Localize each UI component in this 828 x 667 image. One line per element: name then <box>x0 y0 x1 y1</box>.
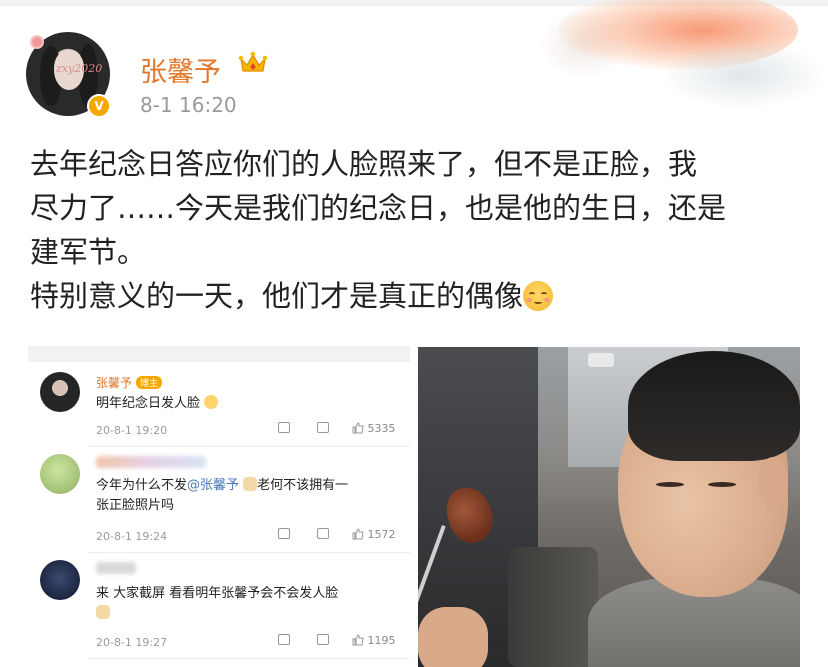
post-body: 去年纪念日答应你们的人脸照来了，但不是正脸，我 尽力了……今天是我们的纪念日，也… <box>30 142 810 318</box>
commenter-name: 张馨予 博主 <box>96 374 163 391</box>
commenter-name-blurred <box>96 562 136 574</box>
post-line-4: 特别意义的一天，他们才是真正的偶像 <box>30 274 810 318</box>
author-name[interactable]: 张馨予 <box>140 50 221 89</box>
comment-time: 20-8-1 19:27 <box>96 636 168 649</box>
comment-actions: 5335 <box>278 422 396 435</box>
like-count: 5335 <box>367 422 396 435</box>
share-icon[interactable] <box>278 528 290 539</box>
blogger-badge: 博主 <box>136 376 163 389</box>
comment-emoji-line <box>96 604 110 624</box>
blush-smile-emoji-icon <box>523 281 554 311</box>
fist-emoji-icon <box>204 395 219 409</box>
comment-text: 明年纪念日发人脸 <box>96 394 219 414</box>
like-count: 1195 <box>367 634 396 647</box>
cat-emoji-icon <box>96 605 110 619</box>
comment-actions: 1195 <box>278 634 396 647</box>
post-photo-image[interactable] <box>418 347 800 667</box>
like-count: 1572 <box>367 528 396 541</box>
comment-text-line2: 张正脸照片吗 <box>96 498 175 513</box>
avatar-frame-text: zxy2020 <box>56 62 103 75</box>
verified-badge-icon: V <box>87 94 111 118</box>
comment-icon[interactable] <box>317 528 329 539</box>
commenter-avatar <box>40 454 80 494</box>
like-icon[interactable] <box>352 634 364 646</box>
share-icon[interactable] <box>278 634 290 645</box>
post-line-4-text: 特别意义的一天，他们才是真正的偶像 <box>30 279 524 313</box>
crown-vip-icon[interactable] <box>238 50 268 76</box>
commenter-name-blurred <box>96 456 206 468</box>
share-icon[interactable] <box>278 422 290 433</box>
comment-time: 20-8-1 19:24 <box>96 530 168 543</box>
avatar-flower-icon <box>30 35 44 49</box>
post-line-3: 建军节。 <box>30 235 147 269</box>
comment-text: 今年为什么不发@张馨予 老何不该拥有一 <box>96 477 349 493</box>
mention-link[interactable]: @张馨予 <box>187 478 239 493</box>
comment-icon[interactable] <box>317 422 329 433</box>
commenter-avatar <box>40 560 80 600</box>
comment-text: 来 大家截屏 看看明年张馨予会不会发人脸 <box>96 586 339 601</box>
comment-icon[interactable] <box>317 634 329 645</box>
like-icon[interactable] <box>352 422 364 434</box>
header-decoration <box>538 0 828 110</box>
commenter-avatar <box>40 372 80 412</box>
comment-divider <box>88 658 410 659</box>
comment-divider <box>88 446 410 447</box>
post-line-2: 尽力了……今天是我们的纪念日，也是他的生日，还是 <box>30 191 727 225</box>
doge-emoji-icon <box>243 477 258 491</box>
post-timestamp: 8-1 16:20 <box>140 93 237 117</box>
comment-divider <box>88 552 410 553</box>
comment-time: 20-8-1 19:20 <box>96 424 168 437</box>
comments-screenshot-image[interactable]: 张馨予 博主 明年纪念日发人脸 20-8-1 19:20 5335 今年为什么不发… <box>28 346 410 667</box>
comment-actions: 1572 <box>278 528 396 541</box>
post-line-1: 去年纪念日答应你们的人脸照来了，但不是正脸，我 <box>30 147 698 181</box>
like-icon[interactable] <box>352 528 364 540</box>
